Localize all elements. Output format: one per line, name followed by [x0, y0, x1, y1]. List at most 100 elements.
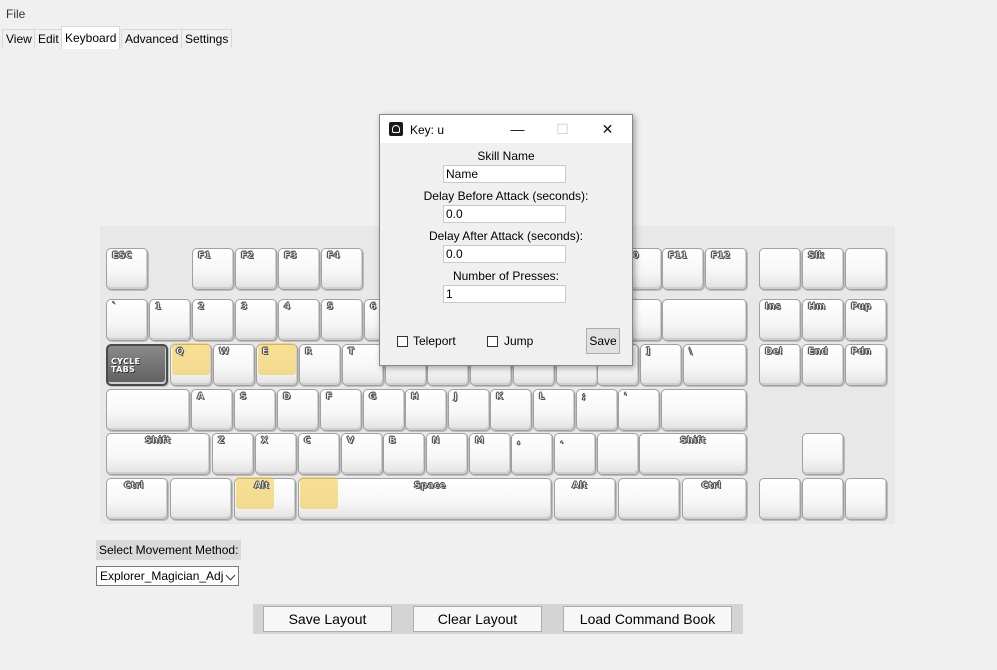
key-label: 3 — [241, 302, 248, 313]
key-ins[interactable]: Ins — [759, 299, 801, 341]
key-pdn[interactable]: Pdn — [845, 344, 887, 386]
key-label: CYCLE TABS — [111, 357, 141, 374]
key-4[interactable]: 4 — [278, 299, 320, 341]
key-rctrl[interactable]: Ctrl — [682, 478, 747, 520]
clear-layout-button[interactable]: Clear Layout — [413, 606, 542, 632]
key-lwin[interactable] — [170, 478, 232, 520]
key-label: M — [475, 436, 485, 447]
key-1[interactable]: 1 — [149, 299, 191, 341]
key-slash[interactable] — [597, 433, 639, 475]
key-e[interactable]: E — [256, 343, 298, 386]
minimize-button[interactable]: — — [495, 115, 540, 143]
key-label: Space — [414, 481, 446, 492]
menu-file[interactable]: File — [6, 7, 25, 21]
key-esc[interactable]: ESC — [106, 248, 148, 290]
key-lshift[interactable]: Shift — [106, 433, 210, 475]
key-f3[interactable]: F3 — [278, 248, 320, 290]
key-k[interactable]: K — [490, 389, 532, 431]
delay-after-input[interactable]: 0.0 — [443, 245, 566, 263]
key-x[interactable]: X — [255, 433, 297, 475]
key-label: V — [347, 436, 355, 447]
movement-method-value: Explorer_Magician_Adj — [100, 569, 224, 583]
key-caps[interactable] — [106, 389, 190, 431]
tab-edit[interactable]: Edit — [34, 29, 63, 48]
key-rbracket[interactable]: ] — [640, 344, 682, 386]
jump-checkbox[interactable] — [487, 336, 498, 347]
key-right[interactable] — [845, 478, 887, 520]
key-r[interactable]: R — [299, 344, 341, 386]
key-v[interactable]: V — [341, 433, 383, 475]
key-left[interactable] — [759, 478, 801, 520]
key-g[interactable]: G — [363, 389, 405, 431]
key-label: K — [496, 392, 504, 403]
dialog-title-bar[interactable]: Key: u — ☐ ✕ — [380, 115, 632, 143]
key-del[interactable]: Del — [759, 344, 801, 386]
key-enter[interactable] — [661, 389, 747, 431]
key-label: X — [261, 436, 269, 447]
key-label: ; — [582, 392, 586, 403]
key-5[interactable]: 5 — [321, 299, 363, 341]
key-b[interactable]: B — [383, 433, 425, 475]
key-n[interactable]: N — [426, 433, 468, 475]
key-f2[interactable]: F2 — [235, 248, 277, 290]
skill-name-input[interactable]: Name — [443, 165, 566, 183]
tab-view[interactable]: View — [2, 29, 36, 48]
key-f1[interactable]: F1 — [192, 248, 234, 290]
key-cycle-tabs[interactable]: CYCLE TABS — [106, 344, 168, 386]
key-j[interactable]: J — [448, 389, 490, 431]
load-command-book-button[interactable]: Load Command Book — [563, 606, 732, 632]
tab-bar: View Edit Keyboard Advanced Settings — [0, 24, 997, 49]
key-label: ' — [624, 392, 628, 403]
key-f11[interactable]: F11 — [662, 248, 704, 290]
key-slk[interactable]: Slk — [802, 248, 844, 290]
key-pause[interactable] — [845, 248, 887, 290]
key-d[interactable]: D — [277, 389, 319, 431]
key-space[interactable]: Space — [298, 477, 552, 520]
key-semicolon[interactable]: ; — [576, 389, 618, 431]
save-layout-button[interactable]: Save Layout — [263, 606, 392, 632]
key-rwin[interactable] — [618, 478, 680, 520]
key-z[interactable]: Z — [212, 433, 254, 475]
close-button[interactable]: ✕ — [585, 115, 630, 143]
key-comma[interactable]: , — [511, 433, 553, 475]
key-hm[interactable]: Hm — [802, 299, 844, 341]
key-ralt[interactable]: Alt — [554, 478, 616, 520]
maximize-button[interactable]: ☐ — [540, 115, 585, 143]
key-lalt[interactable]: Alt — [234, 477, 296, 520]
key-3[interactable]: 3 — [235, 299, 277, 341]
key-quote[interactable]: ' — [618, 389, 660, 431]
dialog-save-button[interactable]: Save — [586, 328, 620, 354]
key-w[interactable]: W — [213, 344, 255, 386]
key-t[interactable]: T — [342, 344, 384, 386]
key-m[interactable]: M — [469, 433, 511, 475]
key-q[interactable]: Q — [170, 343, 212, 386]
key-c[interactable]: C — [298, 433, 340, 475]
key-prtsc[interactable] — [759, 248, 801, 290]
key-h[interactable]: H — [405, 389, 447, 431]
key-period[interactable]: . — [554, 433, 596, 475]
key-a[interactable]: A — [191, 389, 233, 431]
key-f[interactable]: F — [320, 389, 362, 431]
movement-method-select[interactable]: Explorer_Magician_Adj — [96, 566, 239, 586]
tab-keyboard[interactable]: Keyboard — [61, 26, 121, 49]
tab-advanced[interactable]: Advanced — [121, 29, 183, 48]
key-2[interactable]: 2 — [192, 299, 234, 341]
teleport-checkbox[interactable] — [397, 336, 408, 347]
key-l[interactable]: L — [533, 389, 575, 431]
key-rshift[interactable]: Shift — [639, 433, 747, 475]
key-f12[interactable]: F12 — [705, 248, 747, 290]
key-up[interactable] — [802, 433, 844, 475]
key-f4[interactable]: F4 — [321, 248, 363, 290]
key-lctrl[interactable]: Ctrl — [106, 478, 168, 520]
key-backspace[interactable] — [662, 299, 747, 341]
key-pup[interactable]: Pup — [845, 299, 887, 341]
key-end[interactable]: End — [802, 344, 844, 386]
tab-settings[interactable]: Settings — [181, 29, 233, 48]
key-backslash[interactable]: \ — [683, 344, 747, 386]
key-down[interactable] — [802, 478, 844, 520]
key-s[interactable]: S — [234, 389, 276, 431]
presses-input[interactable]: 1 — [443, 285, 566, 303]
delay-before-input[interactable]: 0.0 — [443, 205, 566, 223]
app-icon — [389, 122, 403, 136]
key-backtick[interactable]: ` — [106, 299, 148, 341]
